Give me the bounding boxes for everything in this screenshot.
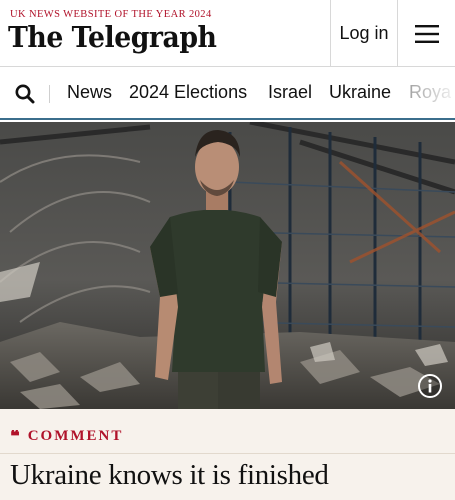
search-icon	[15, 84, 35, 104]
menu-button[interactable]	[398, 0, 455, 67]
kicker-label: COMMENT	[27, 428, 124, 444]
nav-item-royals[interactable]: Roya	[409, 82, 451, 103]
quote-icon: ❝	[10, 429, 20, 444]
article-kicker[interactable]: ❝ COMMENT	[10, 428, 123, 445]
article-headline[interactable]: Ukraine knows it is finished	[10, 459, 329, 492]
site-header: UK NEWS WEBSITE OF THE YEAR 2024 The Tel…	[0, 0, 455, 67]
nav-item-news[interactable]: News	[67, 82, 112, 103]
nav-divider	[49, 85, 50, 103]
site-tagline: UK NEWS WEBSITE OF THE YEAR 2024	[10, 9, 212, 20]
nav-item-ukraine[interactable]: Ukraine	[329, 82, 391, 103]
nav-item-2024-elections[interactable]: 2024 Elections	[129, 82, 247, 103]
telegraph-logo[interactable]: The Telegraph	[8, 20, 217, 54]
hero-image[interactable]	[0, 122, 455, 409]
nav-item-israel[interactable]: Israel	[268, 82, 312, 103]
hero-photo-illustration	[0, 122, 455, 409]
image-info-button[interactable]	[417, 373, 443, 399]
hamburger-menu-icon	[414, 24, 439, 43]
login-button[interactable]: Log in	[331, 0, 397, 67]
kicker-divider	[0, 453, 455, 454]
search-button[interactable]	[14, 83, 36, 105]
section-nav: News 2024 Elections Israel Ukraine Roya	[0, 68, 455, 120]
info-icon	[418, 374, 442, 398]
